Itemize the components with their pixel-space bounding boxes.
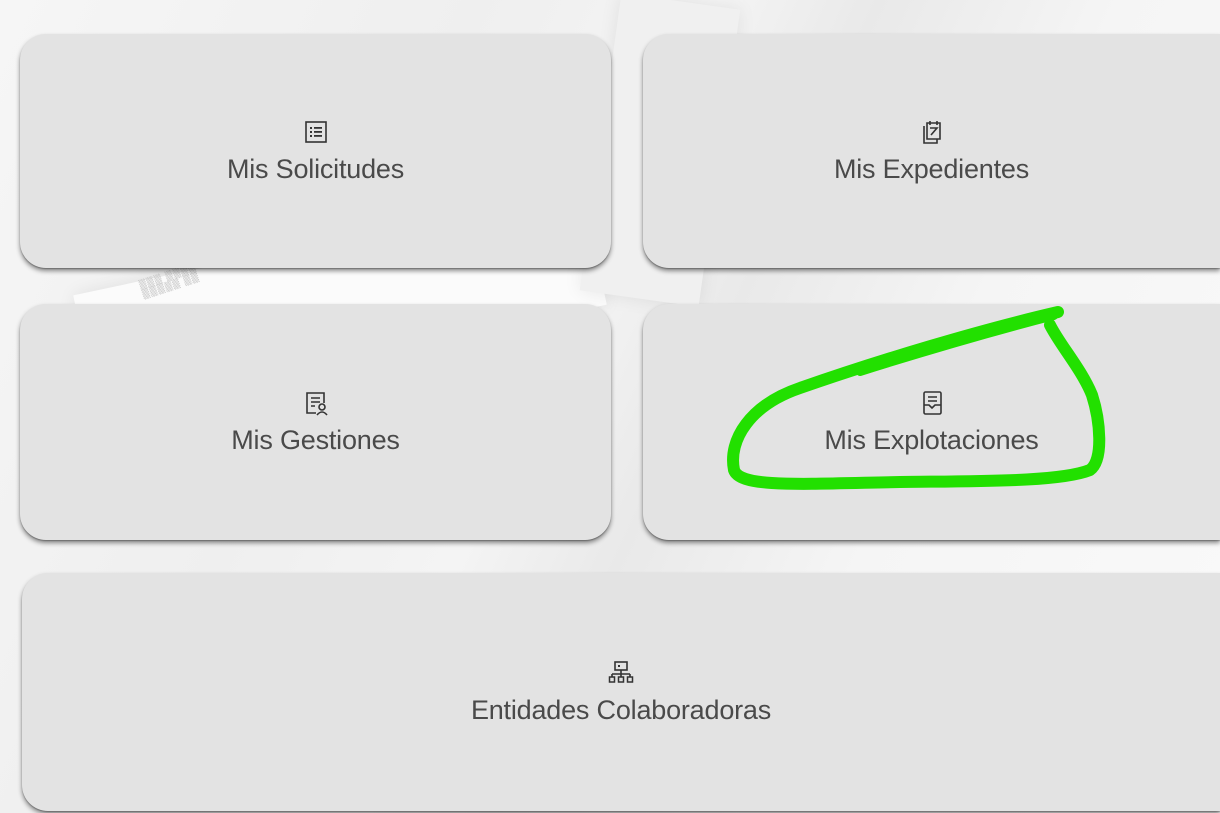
- list-icon: [302, 118, 330, 146]
- entidades-colaboradoras-label: Entidades Colaboradoras: [470, 694, 772, 725]
- mis-explotaciones-label: Mis Explotaciones: [824, 424, 1039, 455]
- mis-gestiones-label: Mis Gestiones: [231, 424, 400, 455]
- clipboard-docs-icon: [918, 118, 946, 146]
- mis-solicitudes-label: Mis Solicitudes: [226, 153, 405, 184]
- mis-solicitudes-tile[interactable]: Mis Solicitudes: [20, 34, 611, 268]
- mis-gestiones-tile[interactable]: Mis Gestiones: [20, 304, 611, 540]
- org-chart-icon: [607, 659, 635, 687]
- mis-expedientes-label: Mis Expedientes: [833, 153, 1030, 184]
- mis-expedientes-tile[interactable]: Mis Expedientes: [643, 34, 1220, 268]
- document-user-icon: [302, 389, 330, 417]
- mis-explotaciones-tile[interactable]: Mis Explotaciones: [643, 304, 1220, 540]
- entidades-colaboradoras-tile[interactable]: Entidades Colaboradoras: [22, 573, 1220, 811]
- document-tray-icon: [918, 389, 946, 417]
